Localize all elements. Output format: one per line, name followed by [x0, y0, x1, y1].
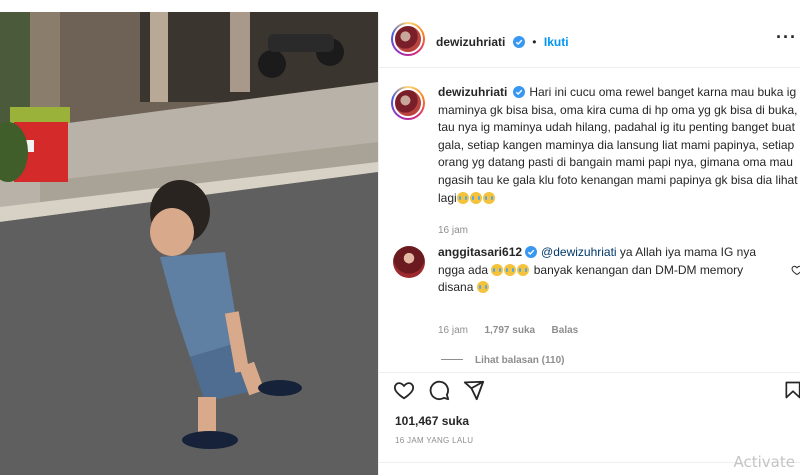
- separator-dot: •: [532, 35, 537, 49]
- crying-face-emoji: [491, 263, 504, 276]
- caption-text: dewizuhriati Hari ini cucu oma rewel bang…: [438, 84, 800, 207]
- verified-badge-icon: [512, 36, 525, 48]
- comment-meta: 16 jam 1,797 suka Balas: [438, 320, 578, 338]
- likes-count[interactable]: 101,467 suka: [395, 414, 469, 428]
- caption-time: 16 jam: [438, 225, 469, 236]
- more-options-icon[interactable]: ···: [776, 28, 797, 46]
- bookmark-icon[interactable]: [783, 379, 800, 401]
- comment-like-heart-icon[interactable]: [791, 264, 800, 276]
- comment-icon[interactable]: [428, 379, 450, 401]
- verified-badge-icon: [525, 246, 538, 258]
- view-replies[interactable]: Lihat balasan (110): [441, 350, 564, 368]
- post-photo: [0, 12, 378, 475]
- comment-mention[interactable]: @dewizuhriati: [541, 245, 617, 259]
- share-icon[interactable]: [463, 379, 485, 401]
- comment-likes[interactable]: 1,797 suka: [484, 325, 535, 336]
- verified-badge-icon: [513, 86, 526, 98]
- caption-body: Hari ini cucu oma rewel banget karna mau…: [438, 85, 798, 205]
- author-avatar[interactable]: [391, 22, 425, 56]
- crying-face-emoji: [469, 191, 482, 204]
- follow-button[interactable]: Ikuti: [544, 35, 569, 49]
- heart-icon[interactable]: [393, 379, 415, 401]
- crying-face-emoji: [456, 191, 469, 204]
- action-bar: [379, 372, 800, 404]
- crying-face-emoji: [482, 191, 495, 204]
- post-date: 16 JAM YANG LALU: [395, 436, 474, 445]
- post-header: dewizuhriati • Ikuti ···: [379, 12, 800, 68]
- author-username[interactable]: dewizuhriati: [436, 35, 505, 49]
- comment-text: anggitasari612 @dewizuhriati ya Allah iya…: [438, 244, 768, 297]
- comment-time: 16 jam: [438, 325, 469, 336]
- reply-button[interactable]: Balas: [552, 325, 579, 336]
- crying-face-emoji: [504, 263, 517, 276]
- caption-username[interactable]: dewizuhriati: [438, 85, 507, 99]
- view-replies-label[interactable]: Lihat balasan (110): [475, 355, 564, 366]
- post-detail-panel: dewizuhriati • Ikuti ··· dewizuhriati Har…: [378, 12, 800, 475]
- replies-line: [441, 359, 463, 360]
- crying-face-emoji: [517, 263, 530, 276]
- activate-watermark: Activate: [733, 453, 795, 471]
- caption-avatar[interactable]: [391, 86, 425, 120]
- commenter-avatar[interactable]: [393, 246, 425, 278]
- crying-face-emoji: [476, 281, 489, 294]
- commenter-username[interactable]: anggitasari612: [438, 245, 522, 259]
